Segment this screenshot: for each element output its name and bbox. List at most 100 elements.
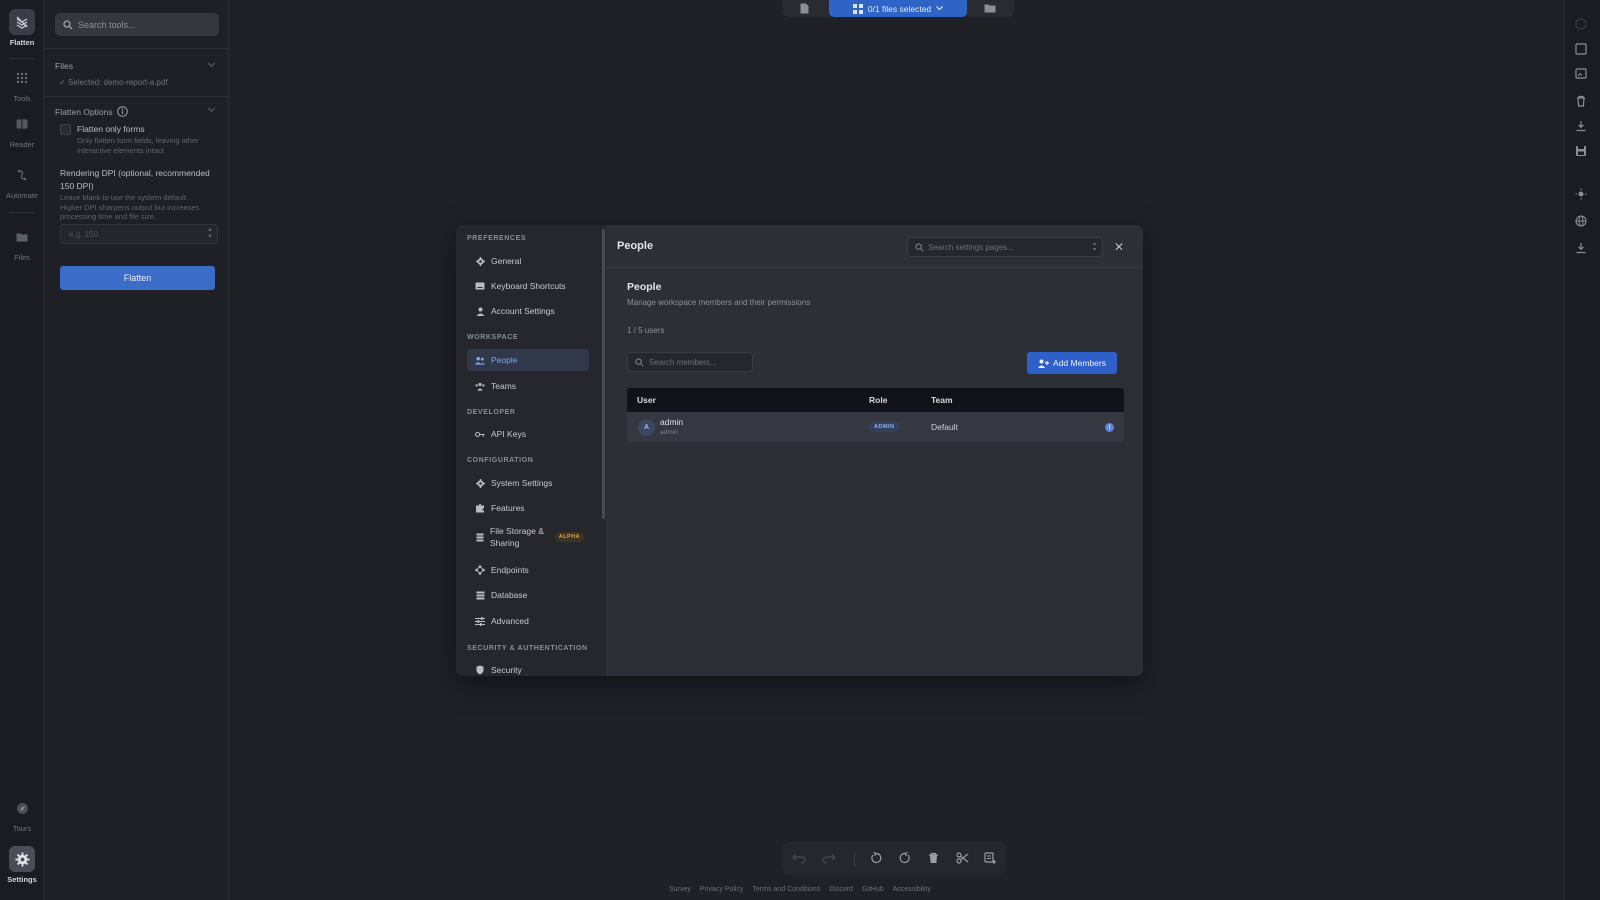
rail-item-reader[interactable]: Reader (0, 111, 44, 149)
group-preferences: PREFERENCES (467, 235, 527, 242)
rail-label-reader: Reader (9, 140, 35, 149)
table-row[interactable]: A admin admin ADMIN Default i (627, 412, 1124, 442)
square-icon[interactable] (1575, 43, 1587, 55)
footer-link-survey[interactable]: Survey (669, 886, 691, 900)
rail-item-settings[interactable]: Settings (0, 846, 44, 884)
members-table: User Role Team A admin admin ADMIN Defau… (627, 388, 1124, 442)
files-selected-dropdown[interactable]: 0/1 files selected (829, 0, 967, 17)
rail-item-flatten[interactable]: Flatten (0, 9, 44, 47)
rail-item-automate[interactable]: Automate (0, 162, 44, 200)
nav-features[interactable]: Features (467, 497, 589, 519)
settings-header: People Search settings pages... ▴ ▾ ✕ (606, 225, 1143, 268)
nav-system-settings[interactable]: System Settings (467, 472, 589, 494)
right-rail (1564, 0, 1600, 900)
rail-label-tools: Tools (13, 94, 31, 103)
nav-label: Keyboard Shortcuts (491, 281, 566, 291)
nav-keyboard-shortcuts[interactable]: Keyboard Shortcuts (467, 275, 589, 297)
undo-icon[interactable] (792, 852, 806, 864)
save-icon[interactable] (1575, 145, 1587, 157)
footer-link-github[interactable]: GitHub (862, 886, 884, 900)
member-search-placeholder: Search members... (649, 357, 717, 367)
nav-label: Security (491, 665, 522, 675)
rail-label-files: Files (14, 253, 30, 262)
image-add-icon[interactable] (1575, 68, 1587, 80)
files-section-title[interactable]: Files (55, 61, 73, 71)
member-search-input[interactable]: Search members... (627, 352, 753, 372)
flatten-button[interactable]: Flatten (60, 266, 215, 290)
tool-search-input[interactable]: Search tools... (55, 13, 219, 36)
flatten-only-forms-checkbox[interactable] (60, 124, 71, 135)
nav-people[interactable]: People (467, 349, 589, 371)
nav-label-line1: File Storage & (490, 526, 544, 536)
add-members-button[interactable]: Add Members (1027, 352, 1117, 374)
footer-link-accessibility[interactable]: Accessibility (893, 886, 931, 900)
search-icon (63, 19, 73, 29)
trash-icon[interactable] (928, 852, 939, 864)
flatten-options-title[interactable]: Flatten Options (55, 106, 128, 117)
dpi-input[interactable]: e.g. 150 ▲ ▼ (60, 224, 218, 244)
rail-item-tools[interactable]: Tools (0, 65, 44, 103)
rail-divider (9, 58, 35, 59)
endpoints-icon (475, 565, 485, 575)
grid-select-icon (852, 3, 863, 14)
keyboard-icon (475, 281, 485, 291)
nav-label: Advanced (491, 616, 529, 626)
nav-label: Endpoints (491, 565, 529, 575)
info-icon[interactable] (116, 106, 128, 117)
nav-database[interactable]: Database (467, 584, 589, 606)
rotate-left-icon[interactable] (870, 852, 882, 864)
close-button[interactable]: ✕ (1114, 240, 1124, 254)
database-icon (475, 590, 485, 600)
user-icon (475, 306, 485, 316)
footer-link-terms[interactable]: Terms and Conditions (753, 886, 821, 900)
info-icon[interactable]: i (1105, 423, 1114, 432)
search-icon (635, 358, 644, 367)
download-icon[interactable] (1575, 242, 1587, 254)
grid-icon (9, 65, 35, 91)
folder-icon[interactable] (984, 3, 996, 13)
nav-advanced[interactable]: Advanced (467, 610, 589, 632)
settings-search-input[interactable]: Search settings pages... ▴ ▾ (907, 237, 1103, 257)
search-icon (915, 243, 924, 252)
team-cell: Default (931, 422, 958, 432)
gear-icon (475, 256, 485, 266)
nav-api-keys[interactable]: API Keys (467, 423, 589, 445)
sun-icon[interactable] (1575, 188, 1587, 200)
column-role: Role (869, 395, 888, 405)
chevron-down-icon[interactable] (207, 59, 216, 68)
nav-general[interactable]: General (467, 250, 589, 272)
scissors-icon[interactable] (956, 852, 969, 864)
flatten-only-forms-label: Flatten only forms (77, 124, 145, 134)
rail-label-automate: Automate (5, 191, 39, 200)
download-icon[interactable] (1575, 120, 1587, 132)
file-icon[interactable] (800, 3, 809, 14)
sidebar-scrollbar[interactable] (602, 229, 605, 519)
book-icon (9, 111, 35, 137)
trash-icon[interactable] (1575, 95, 1587, 107)
nav-label: General (491, 256, 522, 266)
table-header: User Role Team (627, 388, 1124, 412)
nav-account-settings[interactable]: Account Settings (467, 300, 589, 322)
add-members-label: Add Members (1053, 358, 1106, 368)
nav-teams[interactable]: Teams (467, 375, 589, 397)
nav-label: People (491, 355, 518, 365)
redo-icon[interactable] (822, 852, 836, 864)
nav-endpoints[interactable]: Endpoints (467, 559, 589, 581)
view-icon[interactable] (1575, 18, 1587, 30)
group-developer: DEVELOPER (467, 409, 516, 416)
insert-page-icon[interactable] (984, 852, 997, 864)
dpi-placeholder: e.g. 150 (69, 229, 98, 239)
rotate-right-icon[interactable] (899, 852, 911, 864)
dpi-stepper[interactable]: ▲ ▼ (207, 227, 213, 241)
nav-file-storage[interactable]: File Storage & Sharing ALPHA (467, 522, 589, 552)
group-workspace: WORKSPACE (467, 334, 519, 341)
nav-security[interactable]: Security (467, 659, 589, 676)
footer-link-privacy[interactable]: Privacy Policy (700, 886, 744, 900)
rail-item-tours[interactable]: Tours (0, 795, 44, 833)
user-count: 1 / 5 users (627, 326, 665, 335)
rail-item-files[interactable]: Files (0, 224, 44, 262)
chevron-down-icon[interactable] (207, 104, 216, 113)
globe-icon[interactable] (1575, 215, 1587, 227)
file-toolbar: 0/1 files selected (782, 0, 1014, 17)
footer-link-discord[interactable]: Discord (829, 886, 853, 900)
